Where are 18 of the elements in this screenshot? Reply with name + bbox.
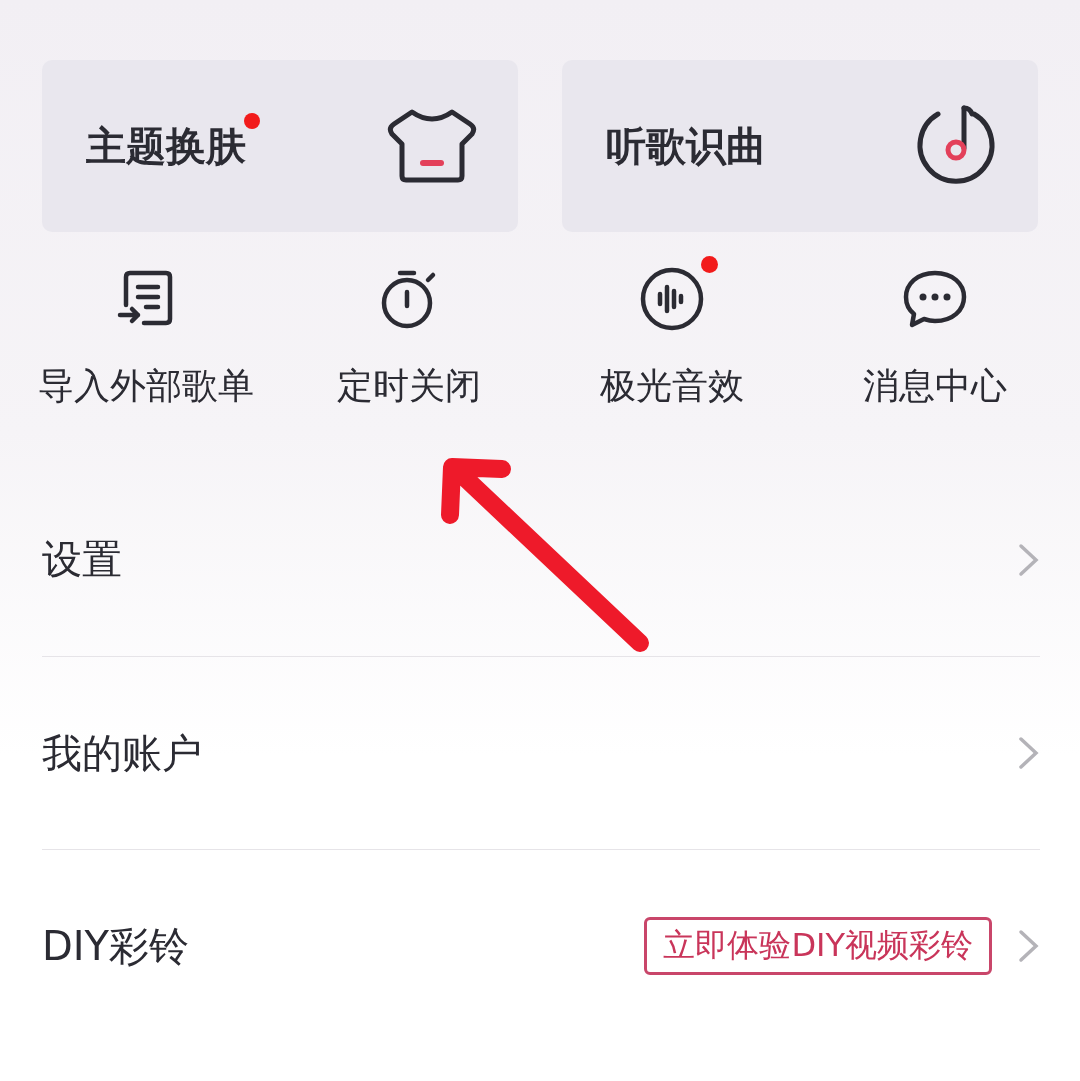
- shortcut-label[interactable]: 定时关闭: [336, 362, 481, 411]
- menu-label[interactable]: DIY彩铃: [42, 918, 645, 974]
- chat-bubble-icon: [901, 269, 968, 329]
- menu-label[interactable]: 我的账户: [42, 725, 1018, 781]
- sound-wave-icon: [639, 267, 704, 331]
- card-label: 听歌识曲: [606, 122, 766, 169]
- chevron-right-icon: [1018, 929, 1040, 963]
- menu-label[interactable]: 设置: [42, 532, 1018, 587]
- feature-card[interactable]: 主题换肤: [42, 60, 518, 232]
- chevron-right-icon: [1018, 542, 1040, 577]
- promo-tag[interactable]: 立即体验DIY视频彩铃: [644, 917, 992, 975]
- card-label: 主题换肤: [86, 122, 246, 169]
- shortcut-label[interactable]: 消息中心: [862, 362, 1007, 411]
- t-shirt-icon: [386, 108, 478, 184]
- shortcut-label[interactable]: 导入外部歌单: [37, 362, 254, 411]
- chevron-right-icon: [1018, 736, 1040, 770]
- feature-card[interactable]: 听歌识曲: [562, 60, 1038, 232]
- shortcut-label[interactable]: 极光音效: [599, 362, 744, 411]
